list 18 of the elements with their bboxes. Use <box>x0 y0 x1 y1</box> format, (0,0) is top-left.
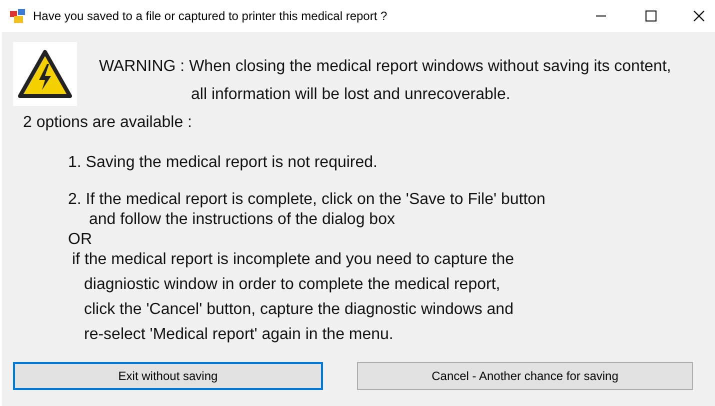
app-icon <box>10 9 26 23</box>
instruction-text: and follow the instructions of the dialog box <box>89 210 396 229</box>
close-icon[interactable] <box>693 10 705 22</box>
warning-icon <box>13 42 77 106</box>
instruction-text: re-select 'Medical report' again in the menu. <box>84 325 394 344</box>
instruction-text: click the 'Cancel' button, capture the diagnostic windows and <box>84 300 514 319</box>
maximize-icon[interactable] <box>645 10 657 22</box>
warning-text: WARNING : When closing the medical report windows without saving its content, <box>99 57 672 77</box>
options-heading: 2 options are available : <box>23 113 193 133</box>
instruction-text: OR <box>68 230 93 249</box>
warning-text: all information will be lost and unrecoverable. <box>191 85 512 105</box>
instruction-text: diagniostic window in order to complete the medical report, <box>84 275 502 294</box>
window-title: Have you saved to a file or captured to printer this medical report ? <box>33 8 388 25</box>
dialog-button[interactable]: Cancel - Another chance for saving <box>357 362 693 390</box>
instruction-text: 2. If the medical report is complete, click on the 'Save to File' button <box>68 190 546 209</box>
instruction-text: 1. Saving the medical report is not required. <box>68 153 378 172</box>
instruction-text: if the medical report is incomplete and you need to capture the <box>72 250 516 269</box>
dialog-button[interactable]: Exit without saving <box>13 362 323 390</box>
